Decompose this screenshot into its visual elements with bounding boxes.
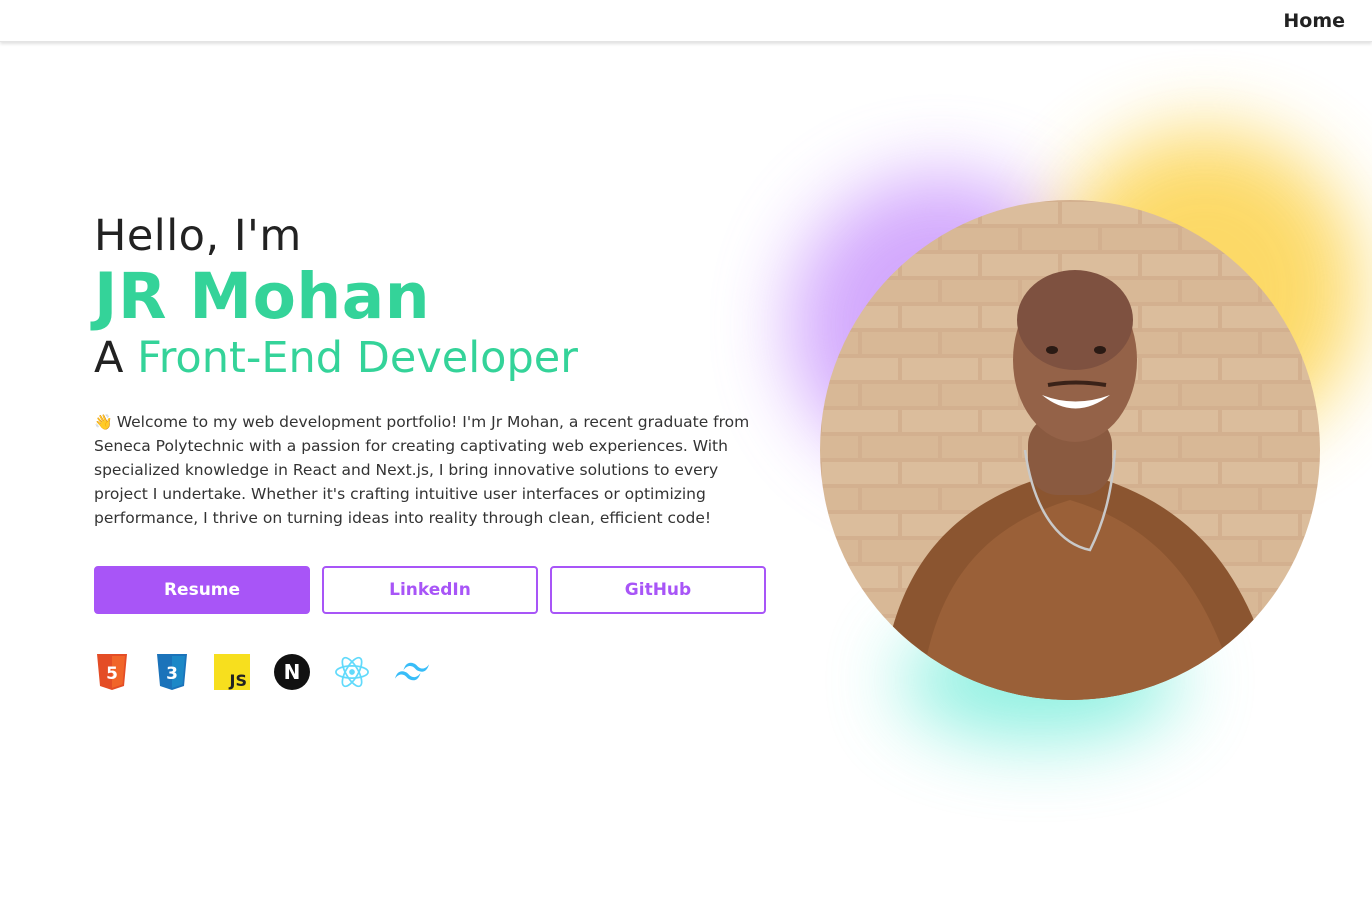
css3-label: 3: [166, 664, 178, 684]
intro-text: Welcome to my web development portfolio!…: [94, 413, 750, 527]
html5-icon: 5: [94, 652, 130, 692]
role-line: A Front-End Developer: [94, 330, 774, 386]
tech-stack-icons: 5 3 JS N: [94, 652, 430, 692]
hero-heading: Hello, I'm JR Mohan A Front-End Develope…: [94, 206, 774, 386]
role-prefix: A: [94, 333, 124, 383]
javascript-label: JS: [229, 671, 247, 690]
linkedin-button[interactable]: LinkedIn: [322, 566, 538, 614]
profile-photo: [820, 200, 1320, 700]
nav-home-link[interactable]: Home: [1283, 10, 1345, 32]
role-title: Front-End Developer: [137, 333, 578, 383]
top-navbar: Home: [0, 0, 1372, 42]
nextjs-icon: N: [274, 652, 310, 692]
developer-name: JR Mohan: [94, 260, 431, 333]
profile-photo-area: [720, 60, 1372, 820]
cta-buttons: Resume LinkedIn GitHub: [94, 566, 766, 614]
tailwind-icon: [394, 652, 430, 692]
greeting-text: Hello, I'm: [94, 211, 302, 261]
nextjs-label: N: [284, 660, 301, 684]
css3-icon: 3: [154, 652, 190, 692]
javascript-icon: JS: [214, 652, 250, 692]
resume-button[interactable]: Resume: [94, 566, 310, 614]
react-icon: [334, 652, 370, 692]
intro-paragraph: 👋 Welcome to my web development portfolio…: [94, 410, 766, 530]
html5-label: 5: [106, 664, 118, 684]
waving-hand-icon: 👋: [94, 413, 113, 431]
